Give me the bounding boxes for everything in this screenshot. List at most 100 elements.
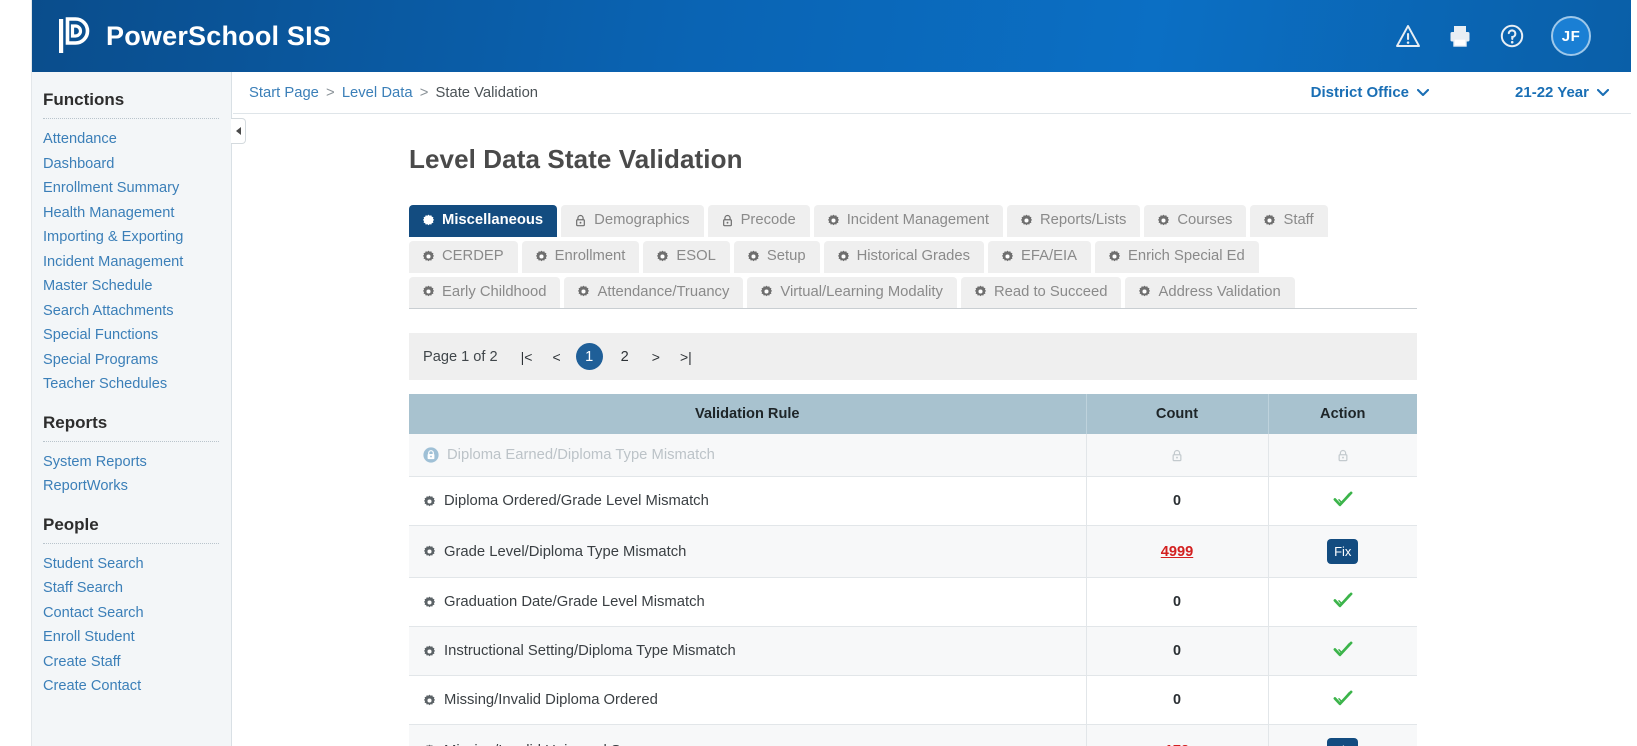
tab-label: Historical Grades: [856, 247, 971, 264]
tab-staff[interactable]: Staff: [1250, 205, 1328, 237]
tab-label: Setup: [766, 247, 806, 264]
table-row: Grade Level/Diploma Type Mismatch 4999 Fix: [409, 525, 1417, 579]
cell-validation-rule: Graduation Date/Grade Level Mismatch: [409, 577, 1087, 628]
sidebar-item-teacher-schedules[interactable]: Teacher Schedules: [32, 372, 231, 397]
header-actions: JF: [1395, 16, 1591, 56]
school-selector-label: District Office: [1310, 84, 1410, 101]
tab-courses[interactable]: Courses: [1144, 205, 1247, 237]
sidebar-item-create-staff[interactable]: Create Staff: [32, 650, 231, 675]
validation-rule-link[interactable]: Missing/Invalid Diploma Ordered: [444, 692, 658, 708]
tab-label: Reports/Lists: [1040, 212, 1127, 228]
main-content: Level Data State Validation Miscellaneou…: [233, 114, 1631, 746]
tab-esol[interactable]: ESOL: [643, 240, 730, 273]
gear-icon: [578, 286, 590, 297]
print-icon[interactable]: [1447, 23, 1473, 49]
tab-setup[interactable]: Setup: [733, 240, 820, 273]
table-body: Diploma Earned/Diploma Type Mismatch Dipl…: [409, 434, 1417, 746]
sidebar-item-health-management[interactable]: Health Management: [32, 201, 231, 226]
validation-rule-link[interactable]: Diploma Ordered/Grade Level Mismatch: [444, 493, 709, 509]
app-header: PowerSchool SIS JF: [32, 0, 1631, 72]
tab-historical-grades[interactable]: Historical Grades: [823, 240, 985, 273]
pagination-page-1[interactable]: 1: [575, 343, 603, 371]
sidebar-item-contact-search[interactable]: Contact Search: [32, 601, 231, 626]
sidebar-item-importing-exporting[interactable]: Importing & Exporting: [32, 225, 231, 250]
sidebar-item-system-reports[interactable]: System Reports: [32, 450, 231, 475]
tab-early-childhood[interactable]: Early Childhood: [409, 276, 561, 309]
tab-attendance-truancy[interactable]: Attendance/Truancy: [564, 276, 744, 309]
cell-validation-rule: Diploma Ordered/Grade Level Mismatch: [409, 476, 1087, 527]
tab-enrich-special-ed[interactable]: Enrich Special Ed: [1094, 240, 1259, 273]
sidebar-item-enroll-student[interactable]: Enroll Student: [32, 625, 231, 650]
sidebar-item-incident-management[interactable]: Incident Management: [32, 250, 231, 275]
cell-validation-rule: Grade Level/Diploma Type Mismatch: [409, 525, 1087, 579]
help-icon[interactable]: [1499, 23, 1525, 49]
brand[interactable]: PowerSchool SIS: [58, 17, 331, 55]
tab-address-validation[interactable]: Address Validation: [1125, 276, 1295, 309]
validation-rule-link[interactable]: Grade Level/Diploma Type Mismatch: [444, 544, 686, 560]
gear-icon: [1002, 250, 1014, 261]
pagination-last-button[interactable]: >|: [675, 347, 697, 367]
avatar[interactable]: JF: [1551, 16, 1591, 56]
fix-button[interactable]: Fix: [1327, 539, 1359, 565]
sidebar-item-attendance[interactable]: Attendance: [32, 127, 231, 152]
pagination-prev-button[interactable]: <: [547, 347, 565, 367]
sidebar-item-master-schedule[interactable]: Master Schedule: [32, 274, 231, 299]
cell-count: 4999: [1086, 525, 1269, 579]
sidebar-item-create-contact[interactable]: Create Contact: [32, 674, 231, 699]
validation-rule-link: Diploma Earned/Diploma Type Mismatch: [447, 447, 715, 464]
school-selector[interactable]: District Office: [1310, 84, 1430, 101]
sidebar-item-reportworks[interactable]: ReportWorks: [32, 474, 231, 499]
tab-enrollment[interactable]: Enrollment: [521, 240, 640, 273]
sidebar-item-search-attachments[interactable]: Search Attachments: [32, 299, 231, 324]
check-icon: [1333, 592, 1353, 608]
tab-precode[interactable]: Precode: [707, 205, 810, 237]
validation-rule-link[interactable]: Instructional Setting/Diploma Type Misma…: [444, 643, 736, 659]
tab-virtual-learning-modality[interactable]: Virtual/Learning Modality: [747, 276, 957, 309]
count-value: 0: [1172, 692, 1181, 709]
breadcrumb-item-level-data[interactable]: Level Data: [342, 85, 413, 101]
tab-label: Courses: [1177, 212, 1233, 228]
context-selectors: District Office 21-22 Year: [1311, 84, 1609, 101]
pagination-page-2[interactable]: 2: [613, 346, 637, 368]
sidebar-collapse-button[interactable]: [231, 118, 246, 144]
check-icon: [1333, 491, 1353, 507]
sidebar-section-people: People Student Search Staff Search Conta…: [32, 515, 231, 699]
fix-button[interactable]: Fix: [1327, 738, 1359, 746]
pagination-next-button[interactable]: >: [647, 347, 665, 367]
gear-icon: [422, 214, 435, 226]
tab-reports-lists[interactable]: Reports/Lists: [1007, 205, 1141, 237]
chevron-down-icon: [1417, 89, 1430, 96]
cell-validation-rule: Missing/Invalid Universal Screener: [409, 724, 1087, 746]
tab-incident-management[interactable]: Incident Management: [813, 205, 1003, 237]
sidebar-item-special-functions[interactable]: Special Functions: [32, 323, 231, 348]
sidebar-item-dashboard[interactable]: Dashboard: [32, 152, 231, 177]
sidebar-item-special-programs[interactable]: Special Programs: [32, 348, 231, 373]
tab-miscellaneous[interactable]: Miscellaneous: [409, 205, 558, 237]
column-header-validation-rule: Validation Rule: [409, 394, 1087, 435]
gear-icon: [747, 250, 759, 261]
lock-icon: [423, 447, 439, 463]
gear-icon: [423, 596, 436, 608]
tab-label: Read to Succeed: [993, 283, 1108, 300]
validation-rule-link[interactable]: Graduation Date/Grade Level Mismatch: [444, 594, 705, 610]
sidebar-item-enrollment-summary[interactable]: Enrollment Summary: [32, 176, 231, 201]
breadcrumb-item-start-page[interactable]: Start Page: [249, 85, 319, 101]
table-row: Missing/Invalid Universal Screener172 Fix: [409, 724, 1417, 746]
pagination-first-button[interactable]: |<: [516, 347, 538, 367]
year-selector[interactable]: 21-22 Year: [1515, 84, 1609, 101]
sidebar-item-student-search[interactable]: Student Search: [32, 552, 231, 577]
sidebar-item-staff-search[interactable]: Staff Search: [32, 576, 231, 601]
cell-validation-rule: Missing/Invalid Diploma Ordered: [409, 675, 1087, 726]
tab-cerdep[interactable]: CERDEP: [409, 240, 518, 273]
count-link[interactable]: 4999: [1161, 544, 1193, 560]
tab-demographics[interactable]: Demographics: [561, 205, 704, 237]
pagination: Page 1 of 2 |< < 1 2 > >|: [409, 333, 1417, 381]
tab-row-2: CERDEP Enrollment ESOL Setup Historical Grad…: [409, 240, 1417, 273]
tab-efa-eia[interactable]: EFA/EIA: [988, 240, 1091, 273]
tab-read-to-succeed[interactable]: Read to Succeed: [960, 276, 1122, 309]
count-value: 0: [1172, 643, 1181, 660]
sidebar-divider: [43, 542, 219, 544]
alert-icon[interactable]: [1395, 23, 1421, 49]
